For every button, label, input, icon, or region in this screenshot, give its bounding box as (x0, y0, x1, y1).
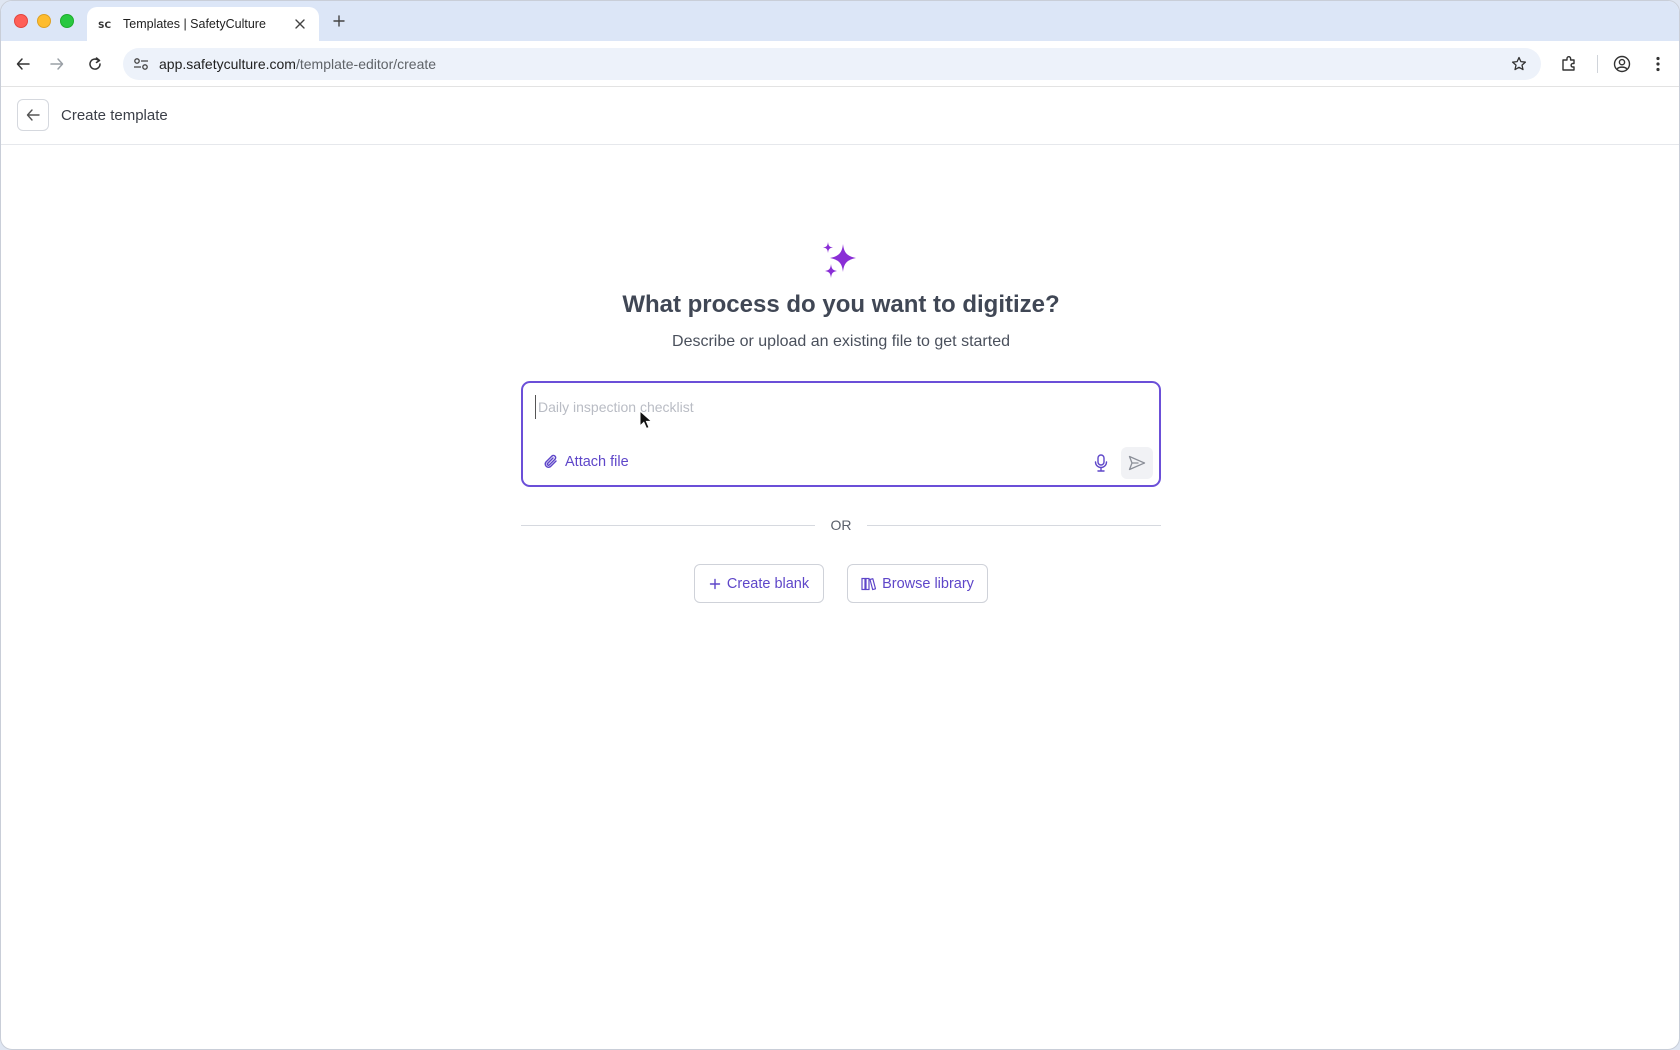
back-arrow-icon (16, 58, 30, 70)
url-text: app.safetyculture.com/template-editor/cr… (159, 56, 437, 72)
back-button[interactable] (11, 52, 35, 76)
divider-line-left (521, 525, 815, 526)
attach-file-button[interactable]: Attach file (543, 453, 629, 471)
or-text: OR (830, 517, 852, 533)
create-blank-button[interactable]: Create blank (694, 564, 824, 603)
profile-icon[interactable] (1610, 52, 1634, 76)
reload-button[interactable] (83, 52, 107, 76)
or-divider: OR (521, 515, 1161, 535)
mouse-cursor-icon (639, 410, 653, 430)
svg-text:SC: SC (98, 21, 111, 29)
close-icon[interactable] (291, 15, 309, 33)
minimize-window-button[interactable] (37, 14, 51, 28)
kebab-menu-icon[interactable] (1646, 52, 1670, 76)
new-tab-button[interactable] (327, 9, 351, 33)
plus-icon (709, 578, 721, 589)
browse-library-label: Browse library (882, 575, 974, 592)
plus-icon (333, 15, 345, 27)
microphone-icon (1094, 454, 1108, 472)
tab-strip: SC Templates | SafetyCulture (1, 1, 1679, 41)
browser-window: SC Templates | SafetyCulture app.safetyc… (0, 0, 1680, 1050)
reload-icon (89, 57, 101, 70)
send-icon (1128, 455, 1146, 471)
extensions-icon[interactable] (1557, 52, 1581, 76)
address-bar[interactable]: app.safetyculture.com/template-editor/cr… (123, 48, 1541, 80)
browser-toolbar: app.safetyculture.com/template-editor/cr… (1, 41, 1679, 87)
main-headline: What process do you want to digitize? (622, 291, 1060, 318)
forward-button[interactable] (45, 52, 69, 76)
back-arrow-icon (26, 109, 40, 121)
send-button[interactable] (1121, 447, 1153, 479)
browser-tab[interactable]: SC Templates | SafetyCulture (87, 7, 319, 41)
prompt-input[interactable] (535, 395, 1135, 419)
maximize-window-button[interactable] (60, 14, 74, 28)
main-subheadline: Describe or upload an existing file to g… (672, 333, 1010, 350)
prompt-box: Attach file (521, 381, 1161, 487)
create-blank-label: Create blank (726, 575, 810, 592)
browse-library-button[interactable]: Browse library (847, 564, 988, 603)
toolbar-divider (1597, 55, 1598, 73)
microphone-button[interactable] (1087, 449, 1115, 477)
sc-favicon-icon: SC (97, 16, 113, 32)
back-to-templates-button[interactable] (17, 99, 49, 131)
paperclip-icon (544, 454, 557, 468)
forward-arrow-icon (50, 58, 64, 70)
books-icon (861, 577, 877, 590)
close-window-button[interactable] (14, 14, 28, 28)
page-title: Create template (61, 107, 168, 124)
tab-title: Templates | SafetyCulture (123, 17, 266, 31)
app-header: Create template (1, 88, 1679, 145)
sparkles-icon (823, 242, 856, 278)
star-icon[interactable] (1509, 54, 1529, 74)
divider-line-right (867, 525, 1161, 526)
site-settings-icon[interactable] (131, 54, 151, 74)
attach-file-label: Attach file (565, 454, 629, 470)
